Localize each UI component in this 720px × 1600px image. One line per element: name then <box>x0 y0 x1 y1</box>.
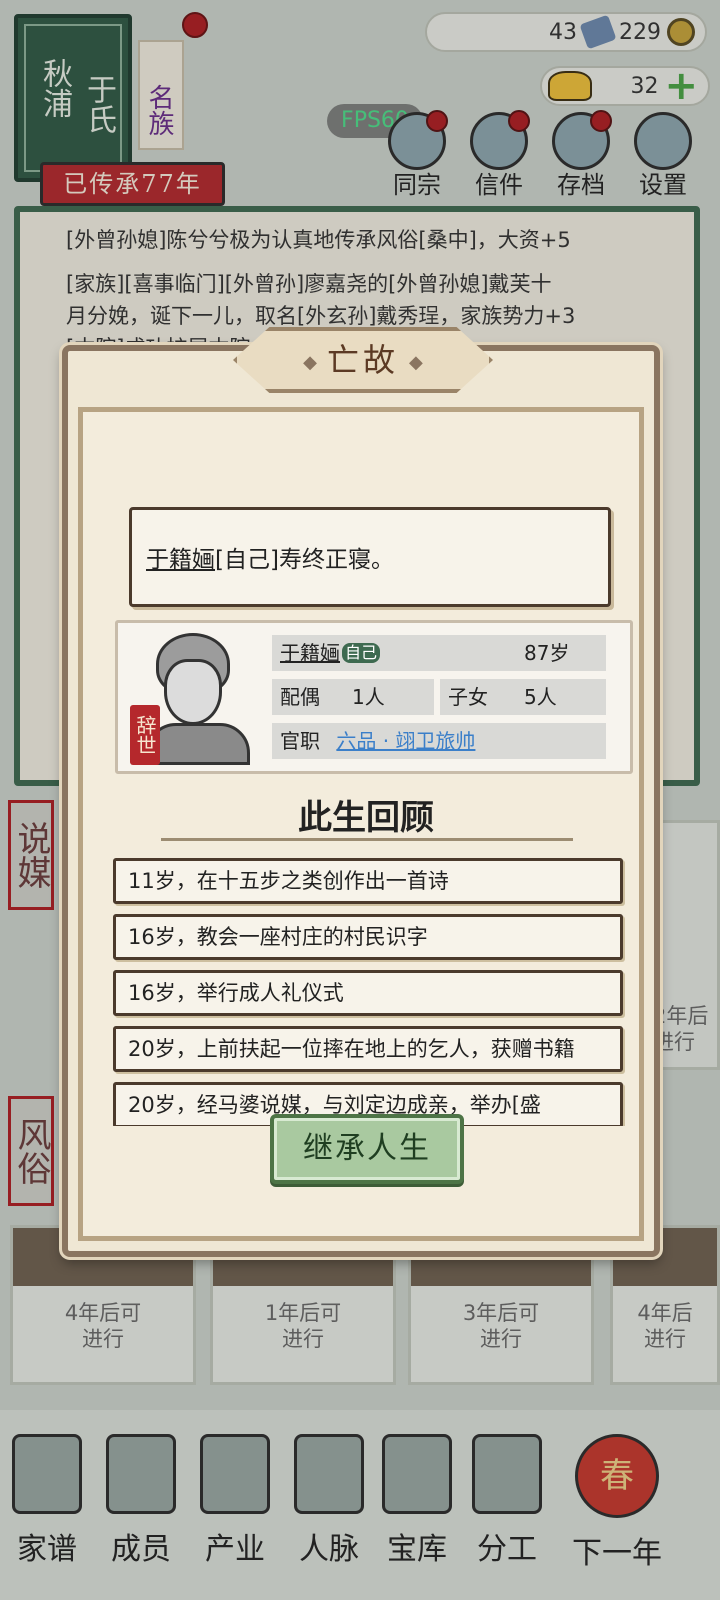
deceased-stamp: 辞世 <box>130 705 160 765</box>
character-age: 87岁 <box>524 641 570 665</box>
life-review-title: 此生回顾 <box>298 798 434 838</box>
inherit-life-button[interactable]: 继承人生 <box>270 1114 464 1184</box>
nav-label: 分工 <box>477 1532 537 1567</box>
nav-network[interactable]: 人脉 <box>284 1434 374 1584</box>
industry-icon <box>200 1434 270 1514</box>
clan-plaque: 秋浦 于氏 <box>14 14 132 182</box>
bottom-nav: 家谱 成员 产业 人脉 宝库 分工 春 下一年 <box>0 1410 720 1600</box>
coin-icon <box>667 18 695 46</box>
card-cooldown-suffix: 进行 <box>282 1327 324 1351</box>
clan-years: 已传承77年 <box>40 162 225 206</box>
death-message-text: [自己]寿终正寝。 <box>215 547 394 573</box>
card-cooldown: 1年后可 <box>264 1301 342 1325</box>
treasury-icon <box>382 1434 452 1514</box>
top-menu: 同宗 信件 存档 设置 <box>378 110 720 202</box>
matchmaking-tab[interactable]: 说媒 <box>8 800 54 910</box>
ticket-count: 43 <box>549 19 577 45</box>
profile-spouse-row: 配偶 1人 <box>272 679 434 715</box>
gold-count: 32 <box>630 73 659 99</box>
season-badge: 春 <box>600 1456 634 1496</box>
children-count: 5人 <box>524 685 557 709</box>
letters-label: 信件 <box>475 171 523 199</box>
dialog-title: 亡故 <box>326 341 399 379</box>
genealogy-icon <box>12 1434 82 1514</box>
death-dialog: ◆ 亡故 ◆ 于籍婳[自己]寿终正寝。 辞世 于籍婳 自己 87岁 配偶 1人 子女 <box>62 327 660 1257</box>
nav-label: 下一年 <box>572 1536 662 1571</box>
division-icon <box>472 1434 542 1514</box>
notification-dot <box>590 110 612 132</box>
card-cooldown: 4年后 <box>637 1301 693 1325</box>
clan-book-button[interactable]: 同宗 <box>378 110 456 200</box>
self-badge: 自己 <box>342 643 381 663</box>
list-item: 20岁，上前扶起一位摔在地上的乞人，获赠书籍 <box>113 1026 623 1072</box>
settings-label: 设置 <box>639 171 687 199</box>
save-label: 存档 <box>557 171 605 199</box>
member-icon <box>106 1434 176 1514</box>
profile-children-row: 子女 5人 <box>440 679 606 715</box>
dialog-frame: 于籍婳[自己]寿终正寝。 辞世 于籍婳 自己 87岁 配偶 1人 子女 5人 官… <box>78 407 644 1241</box>
children-label: 子女 <box>448 685 488 709</box>
card-cooldown: 3年后可 <box>462 1301 540 1325</box>
office-link[interactable]: 六品 · 翊卫旅帅 <box>336 729 475 753</box>
spouse-count: 1人 <box>352 685 385 709</box>
log-line: 月分娩，诞下一儿，取名[外玄孙]戴秀珵，家族势力+3 <box>66 304 576 328</box>
currency-bar: 43 229 <box>425 12 707 52</box>
character-portrait: 辞世 <box>128 631 258 765</box>
nav-industry[interactable]: 产业 <box>190 1434 280 1584</box>
dialog-title-plate: ◆ 亡故 ◆ <box>233 327 493 393</box>
customs-tab[interactable]: 风俗 <box>8 1096 54 1206</box>
spouse-label: 配偶 <box>280 685 320 709</box>
list-item: 11岁，在十五步之类创作出一首诗 <box>113 858 623 904</box>
nav-label: 人脉 <box>299 1532 359 1567</box>
log-line: [外曾孙媳]陈兮兮极为认真地传承风俗[桑中]，大资+5 <box>66 228 571 252</box>
death-message: 于籍婳[自己]寿终正寝。 <box>129 507 611 607</box>
log-line: [家族][喜事临门][外曾孙]廖嘉尧的[外曾孙媳]戴芙十 <box>66 272 552 296</box>
list-item: 16岁，举行成人礼仪式 <box>113 970 623 1016</box>
profile-name-row: 于籍婳 自己 87岁 <box>272 635 606 671</box>
add-gold-icon[interactable]: + <box>664 66 698 106</box>
list-item: 16岁，教会一座村庄的村民识字 <box>113 914 623 960</box>
clan-banner[interactable]: 秋浦 于氏 名族 已传承77年 <box>10 10 225 206</box>
card-cooldown: 4年后可 <box>64 1301 142 1325</box>
divider <box>161 838 573 841</box>
coin-count: 229 <box>619 19 661 45</box>
next-year-icon: 春 <box>575 1434 659 1518</box>
notification-dot <box>508 110 530 132</box>
profile-office-row: 官职 六品 · 翊卫旅帅 <box>272 723 606 759</box>
notification-dot <box>182 12 208 38</box>
settings-button[interactable]: 设置 <box>624 112 702 200</box>
nav-next-year[interactable]: 春 下一年 <box>562 1434 672 1584</box>
card-cooldown: 2年后 <box>653 1004 709 1028</box>
notification-dot <box>426 110 448 132</box>
gold-ingot-icon <box>548 71 592 101</box>
nav-genealogy[interactable]: 家谱 <box>2 1434 92 1584</box>
card-cooldown-suffix: 进行 <box>644 1327 686 1351</box>
nav-treasury[interactable]: 宝库 <box>372 1434 462 1584</box>
nav-members[interactable]: 成员 <box>96 1434 186 1584</box>
ornament-icon: ◆ <box>409 351 423 373</box>
nav-division[interactable]: 分工 <box>462 1434 552 1584</box>
clan-region: 秋浦 <box>37 58 72 118</box>
nav-label: 宝库 <box>387 1532 447 1567</box>
nav-label: 产业 <box>205 1532 265 1567</box>
gear-icon <box>634 112 692 170</box>
ticket-icon <box>579 14 617 50</box>
clan-rank-tag: 名族 <box>138 40 184 150</box>
network-icon <box>294 1434 364 1514</box>
ornament-icon: ◆ <box>303 351 317 373</box>
letters-button[interactable]: 信件 <box>460 110 538 200</box>
character-profile: 辞世 于籍婳 自己 87岁 配偶 1人 子女 5人 官职 六品 · 翊卫旅帅 <box>115 620 633 774</box>
clan-book-label: 同宗 <box>393 171 441 199</box>
life-review-list[interactable]: 11岁，在十五步之类创作出一首诗 16岁，教会一座村庄的村民识字 16岁，举行成… <box>113 858 625 1126</box>
card-cooldown-suffix: 进行 <box>480 1327 522 1351</box>
card-cooldown-suffix: 进行 <box>82 1327 124 1351</box>
nav-label: 成员 <box>111 1532 171 1567</box>
clan-surname: 于氏 <box>81 74 116 134</box>
character-name[interactable]: 于籍婳 <box>280 641 340 665</box>
gold-bar: 32 + <box>540 66 710 106</box>
deceased-name-link[interactable]: 于籍婳 <box>146 547 215 573</box>
office-label: 官职 <box>280 729 320 753</box>
nav-label: 家谱 <box>17 1532 77 1567</box>
save-button[interactable]: 存档 <box>542 110 620 200</box>
